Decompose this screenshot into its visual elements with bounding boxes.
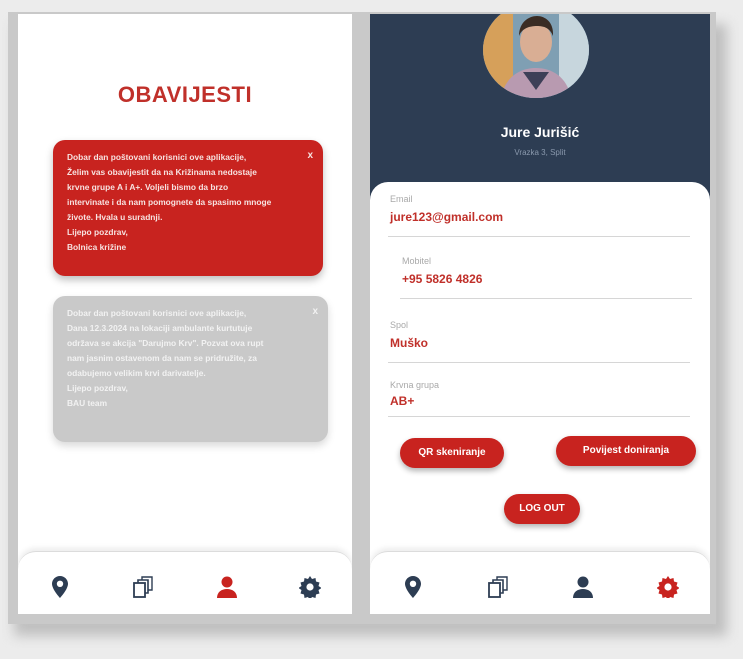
- nav-map-button[interactable]: [393, 567, 433, 607]
- map-pin-icon: [404, 576, 421, 598]
- profile-name: Jure Jurišić: [500, 124, 580, 140]
- cards-icon: [487, 576, 508, 598]
- profile-location: Vrazka 3, Split: [514, 148, 566, 157]
- nav-notifications-button[interactable]: [478, 567, 518, 607]
- notification-card-read[interactable]: x Dobar dan poštovani korisnici ove apli…: [53, 296, 328, 442]
- field-value: jure123@gmail.com: [390, 210, 504, 224]
- nav-settings-button[interactable]: [648, 567, 688, 607]
- field-label: Spol: [390, 320, 409, 330]
- avatar: [483, 14, 589, 98]
- field-value: +95 5826 4826: [402, 272, 483, 286]
- map-pin-icon: [51, 576, 68, 598]
- field-label: Email: [390, 194, 413, 204]
- field-value: AB+: [390, 394, 415, 408]
- avatar-photo: [483, 14, 589, 98]
- notifications-screen: OBAVIJESTI x Dobar dan poštovani korisni…: [18, 14, 352, 614]
- notification-text: Dobar dan poštovani korisnici ove aplika…: [67, 152, 272, 252]
- field-label: Krvna grupa: [390, 380, 440, 390]
- gender-field: Spol Muško: [388, 318, 690, 363]
- email-field: Email jure123@gmail.com: [388, 192, 690, 237]
- field-value: Muško: [390, 336, 429, 350]
- field-label: Mobitel: [402, 256, 432, 266]
- page-title: OBAVIJESTI: [117, 82, 253, 107]
- blood-type-field: Krvna grupa AB+: [388, 378, 690, 417]
- close-icon[interactable]: x: [307, 148, 313, 163]
- cards-icon: [133, 576, 153, 598]
- qr-scan-button[interactable]: QR skeniranje: [400, 438, 504, 468]
- profile-screen: Jure Jurišić Vrazka 3, Split Email jure1…: [370, 14, 710, 614]
- bottom-nav: [370, 551, 710, 614]
- nav-profile-button[interactable]: [563, 567, 603, 607]
- close-icon[interactable]: x: [312, 304, 318, 319]
- notification-card-unread[interactable]: x Dobar dan poštovani korisnici ove apli…: [53, 140, 323, 276]
- bottom-nav: [18, 551, 352, 614]
- nav-profile-button[interactable]: [207, 567, 247, 607]
- gear-icon: [656, 576, 679, 598]
- nav-settings-button[interactable]: [290, 567, 330, 607]
- logout-button[interactable]: LOG OUT: [504, 494, 580, 524]
- phone-field: Mobitel +95 5826 4826: [400, 254, 692, 299]
- user-icon: [216, 576, 237, 598]
- donation-history-button[interactable]: Povijest doniranja: [556, 436, 696, 466]
- nav-map-button[interactable]: [40, 567, 80, 607]
- nav-notifications-button[interactable]: [123, 567, 163, 607]
- user-icon: [572, 576, 593, 598]
- gear-icon: [299, 576, 322, 598]
- notification-text: Dobar dan poštovani korisnici ove aplika…: [67, 308, 264, 408]
- profile-details-card: Email jure123@gmail.com Mobitel +95 5826…: [370, 182, 710, 614]
